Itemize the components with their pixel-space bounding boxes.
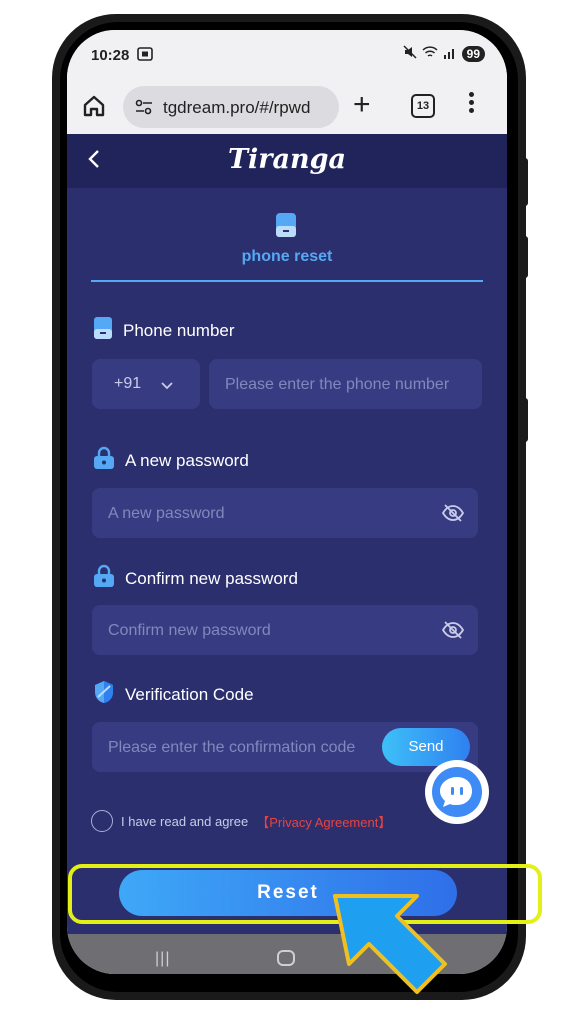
eye-off-icon[interactable]	[441, 504, 465, 527]
verification-code-input[interactable]: Please enter the confirmation code Send	[92, 722, 478, 772]
confirm-password-label-text: Confirm new password	[125, 568, 298, 588]
signal-icon	[443, 46, 457, 62]
phone-number-placeholder: Please enter the phone number	[225, 376, 450, 393]
agreement-row: I have read and agree 【Privacy Agreement…	[91, 810, 391, 832]
mute-icon	[403, 45, 417, 62]
phone-number-input[interactable]: Please enter the phone number	[209, 359, 482, 409]
status-bar: 10:28 99	[67, 30, 507, 80]
country-code-value: +91	[114, 375, 142, 392]
status-icons: 99	[403, 45, 485, 62]
tune-icon[interactable]	[135, 99, 153, 120]
battery-level: 99	[461, 45, 485, 62]
new-password-label-text: A new password	[125, 450, 249, 470]
eye-off-icon[interactable]	[441, 621, 465, 644]
new-password-label: A new password	[93, 446, 249, 475]
support-chat-icon	[432, 767, 482, 817]
url-text[interactable]: tgdream.pro/#/rpwd	[163, 98, 310, 118]
confirm-password-input[interactable]: Confirm new password	[92, 605, 478, 655]
app-header: Tiranga	[67, 134, 507, 188]
lock-icon	[93, 446, 115, 475]
address-bar[interactable]: tgdream.pro/#/rpwd	[123, 86, 339, 128]
support-chat-button[interactable]	[425, 760, 489, 824]
privacy-agreement-link[interactable]: 【Privacy Agreement】	[256, 812, 391, 831]
phone-number-label-text: Phone number	[123, 320, 235, 340]
verification-code-label-text: Verification Code	[125, 684, 254, 704]
browser-toolbar: tgdream.pro/#/rpwd + 13	[67, 80, 507, 134]
tab-underline	[91, 280, 483, 282]
wifi-icon	[422, 45, 438, 62]
phone-number-label: Phone number	[93, 316, 235, 345]
phone-icon[interactable]	[275, 212, 297, 238]
tabs-icon[interactable]: 13	[411, 94, 435, 118]
phone-screen: 10:28 99 tgdream.pro/#/rpwd + 13 Tiranga…	[67, 30, 507, 974]
status-time: 10:28	[91, 47, 130, 64]
confirm-password-label: Confirm new password	[93, 564, 298, 593]
more-vert-icon[interactable]	[469, 92, 475, 116]
verification-code-placeholder: Please enter the confirmation code	[108, 739, 356, 756]
agreement-checkbox[interactable]	[91, 810, 113, 832]
home-icon[interactable]	[81, 93, 109, 121]
phone-side-button	[520, 398, 528, 442]
phone-side-button	[520, 236, 528, 278]
app-content: Tiranga phone reset Phone number +91 Ple…	[67, 134, 507, 934]
shield-icon	[93, 680, 115, 709]
country-code-select[interactable]: +91	[92, 359, 200, 409]
new-password-placeholder: A new password	[108, 505, 225, 522]
new-password-input[interactable]: A new password	[92, 488, 478, 538]
plus-icon[interactable]: +	[353, 89, 371, 121]
recent-apps-icon[interactable]: |||	[155, 950, 170, 968]
phone-icon	[93, 316, 113, 345]
chevron-down-icon	[160, 378, 174, 396]
agreement-text: I have read and agree	[121, 813, 249, 829]
verification-code-label: Verification Code	[93, 680, 254, 709]
screenshot-icon	[137, 47, 153, 64]
app-logo: Tiranga	[227, 144, 347, 175]
confirm-password-placeholder: Confirm new password	[108, 622, 271, 639]
tab-phone-reset[interactable]: phone reset	[67, 248, 507, 266]
arrow-pointer-icon	[305, 880, 455, 1029]
lock-icon	[93, 564, 115, 593]
phone-side-button	[520, 158, 528, 206]
nav-home-icon[interactable]	[277, 950, 295, 966]
